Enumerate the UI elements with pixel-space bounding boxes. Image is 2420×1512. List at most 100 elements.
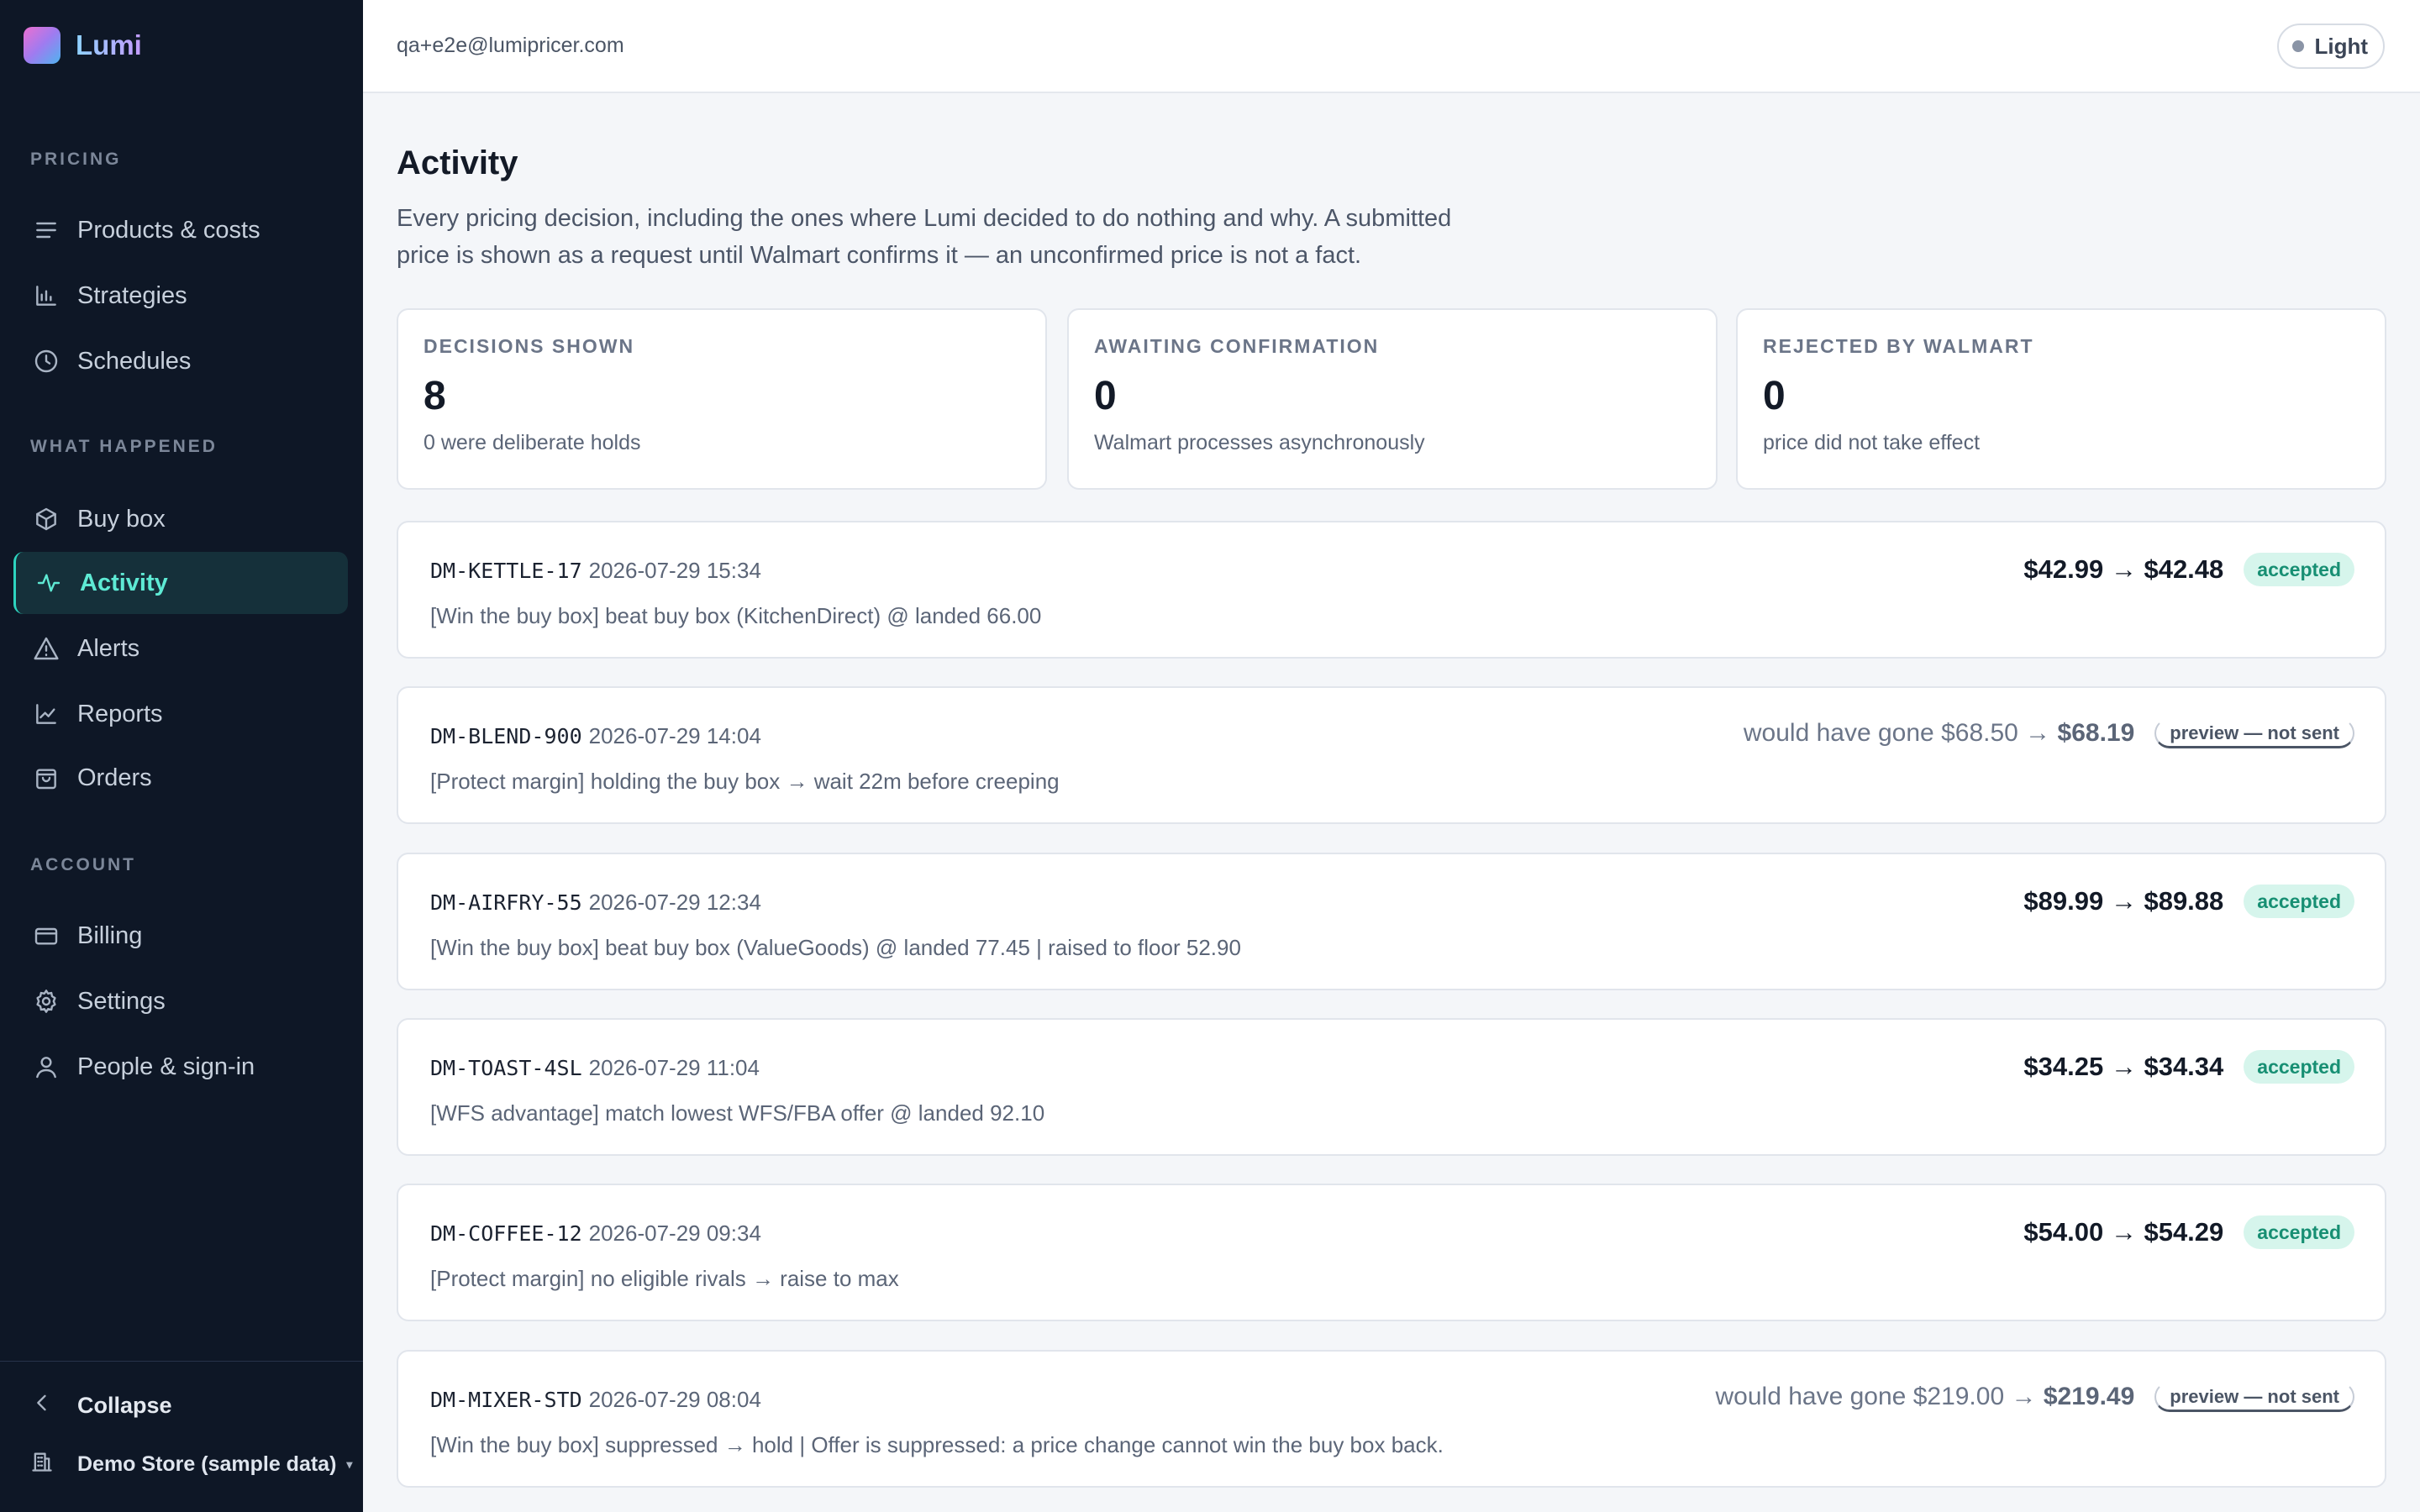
decision-card[interactable]: DM-BLEND-900 2026-07-29 14:04 [Protect ma… <box>397 686 2386 824</box>
decision-reason: [Win the buy box] beat buy box (KitchenD… <box>430 603 1042 628</box>
decision-reason: [WFS advantage] match lowest WFS/FBA off… <box>430 1100 1045 1126</box>
sidebar-item-label: Reports <box>77 700 163 727</box>
box-icon <box>32 505 60 533</box>
theme-toggle-button[interactable]: Light <box>2277 24 2385 69</box>
theme-dot-icon <box>2292 40 2305 52</box>
status-badge: accepted <box>2244 885 2354 918</box>
shopping-bag-icon <box>32 764 60 792</box>
theme-label: Light <box>2314 33 2368 59</box>
list-icon <box>32 216 60 244</box>
stat-subtext: price did not take effect <box>1763 431 1981 454</box>
sidebar-item-label: Alerts <box>77 634 140 662</box>
stat-card-decisions-shown: DECISIONS SHOWN 8 0 were deliberate hold… <box>397 308 1047 490</box>
sidebar-item-activity[interactable]: Activity <box>13 552 348 614</box>
stat-label: REJECTED BY WALMART <box>1763 335 2034 357</box>
sidebar-item-alerts[interactable]: Alerts <box>13 617 348 680</box>
sidebar-item-label: Settings <box>77 987 166 1015</box>
stat-value: 0 <box>1094 374 1117 418</box>
brand[interactable]: Lumi <box>24 27 142 64</box>
decision-card[interactable]: DM-COFFEE-12 2026-07-29 09:34 [Protect ma… <box>397 1184 2386 1321</box>
stat-subtext: 0 were deliberate holds <box>424 431 641 454</box>
sidebar-item-people-signin[interactable]: People & sign-in <box>13 1036 348 1098</box>
sidebar-item-buy-box[interactable]: Buy box <box>13 488 348 550</box>
page-title: Activity <box>397 144 518 181</box>
sidebar-item-label: Strategies <box>77 281 187 309</box>
sidebar: Lumi PRICING Products & costs Strategies… <box>0 0 363 1512</box>
stat-label: AWAITING CONFIRMATION <box>1094 335 1380 357</box>
would-prefix: would have gone $219.00 → <box>1715 1383 2037 1410</box>
price-change: $89.99 → $89.88 <box>2023 886 2224 916</box>
sidebar-item-settings[interactable]: Settings <box>13 970 348 1032</box>
bar-chart-icon <box>32 281 60 310</box>
sidebar-item-products-costs[interactable]: Products & costs <box>13 199 348 261</box>
status-badge: preview — not sent <box>2154 1382 2354 1412</box>
status-badge: accepted <box>2244 1050 2354 1084</box>
top-header: qa+e2e@lumipricer.com Light <box>363 0 2420 93</box>
decision-time: 2026-07-29 09:34 <box>588 1221 761 1246</box>
price-change: $34.25 → $34.34 <box>2023 1052 2224 1081</box>
building-icon <box>30 1450 55 1479</box>
stat-value: 0 <box>1763 374 1786 418</box>
status-badge: accepted <box>2244 1215 2354 1249</box>
would-have-gone-text: would have gone $219.00 → $219.49 <box>1716 1383 2135 1411</box>
sidebar-item-label: People & sign-in <box>77 1053 255 1080</box>
sidebar-divider <box>0 1361 363 1362</box>
decision-card[interactable]: DM-MIXER-STD 2026-07-29 08:04 [Win the bu… <box>397 1350 2386 1488</box>
store-switcher[interactable]: Demo Store (sample data) ▾ <box>30 1450 352 1479</box>
sidebar-item-billing[interactable]: Billing <box>13 905 348 967</box>
sidebar-item-orders[interactable]: Orders <box>13 747 348 809</box>
sidebar-item-label: Products & costs <box>77 216 260 244</box>
sku-id: DM-MIXER-STD <box>430 1388 582 1412</box>
stat-card-awaiting-confirmation: AWAITING CONFIRMATION 0 Walmart processe… <box>1067 308 1718 490</box>
decision-time: 2026-07-29 15:34 <box>588 558 761 583</box>
decision-reason: [Win the buy box] beat buy box (ValueGoo… <box>430 935 1241 960</box>
decision-time: 2026-07-29 11:04 <box>588 1055 760 1080</box>
stat-label: DECISIONS SHOWN <box>424 335 635 357</box>
price-change: $42.99 → $42.48 <box>2023 554 2224 584</box>
gear-icon <box>32 987 60 1016</box>
section-label-what-happened: WHAT HAPPENED <box>30 437 218 456</box>
user-email: qa+e2e@lumipricer.com <box>397 34 624 57</box>
would-target-price: $219.49 <box>2043 1383 2135 1410</box>
would-prefix: would have gone $68.50 → <box>1743 719 2051 747</box>
status-badge: accepted <box>2244 553 2354 586</box>
line-chart-icon <box>32 700 60 728</box>
collapse-label: Collapse <box>77 1393 172 1418</box>
app-name: Lumi <box>76 29 142 60</box>
sku-id: DM-COFFEE-12 <box>430 1221 582 1246</box>
price-change: $54.00 → $54.29 <box>2023 1217 2224 1247</box>
pulse-icon <box>34 569 63 597</box>
collapse-button[interactable]: Collapse <box>30 1391 172 1420</box>
sidebar-item-strategies[interactable]: Strategies <box>13 265 348 327</box>
chevron-down-icon: ▾ <box>346 1457 353 1471</box>
stat-value: 8 <box>424 374 446 418</box>
page-description: Every pricing decision, including the on… <box>397 205 1452 269</box>
decision-time: 2026-07-29 08:04 <box>588 1387 761 1412</box>
status-badge: preview — not sent <box>2154 718 2354 748</box>
sidebar-item-label: Schedules <box>77 347 192 375</box>
decision-time: 2026-07-29 12:34 <box>588 890 761 915</box>
decision-card[interactable]: DM-KETTLE-17 2026-07-29 15:34 [Win the bu… <box>397 521 2386 659</box>
lumi-logo <box>24 27 60 64</box>
stat-subtext: Walmart processes asynchronously <box>1094 431 1425 454</box>
section-label-account: ACCOUNT <box>30 855 136 874</box>
decision-reason: [Protect margin] holding the buy box → w… <box>430 769 1060 794</box>
chevron-left-icon <box>30 1391 55 1420</box>
sidebar-item-label: Billing <box>77 921 143 949</box>
credit-card-icon <box>32 921 60 950</box>
sku-id: DM-BLEND-900 <box>430 724 582 748</box>
decision-time: 2026-07-29 14:04 <box>588 723 761 748</box>
decision-card[interactable]: DM-AIRFRY-55 2026-07-29 12:34 [Win the bu… <box>397 853 2386 990</box>
sidebar-item-schedules[interactable]: Schedules <box>13 330 348 392</box>
sku-id: DM-KETTLE-17 <box>430 559 582 583</box>
sidebar-item-label: Orders <box>77 764 152 791</box>
stat-card-rejected-by-walmart: REJECTED BY WALMART 0 price did not take… <box>1736 308 2386 490</box>
sku-id: DM-TOAST-4SL <box>430 1056 582 1080</box>
warning-icon <box>32 634 60 663</box>
decision-card[interactable]: DM-TOAST-4SL 2026-07-29 11:04 [WFS advant… <box>397 1018 2386 1156</box>
sku-id: DM-AIRFRY-55 <box>430 890 582 915</box>
clock-icon <box>32 347 60 375</box>
sidebar-item-reports[interactable]: Reports <box>13 683 348 745</box>
would-have-gone-text: would have gone $68.50 → $68.19 <box>1744 719 2134 748</box>
section-label-pricing: PRICING <box>30 150 122 169</box>
